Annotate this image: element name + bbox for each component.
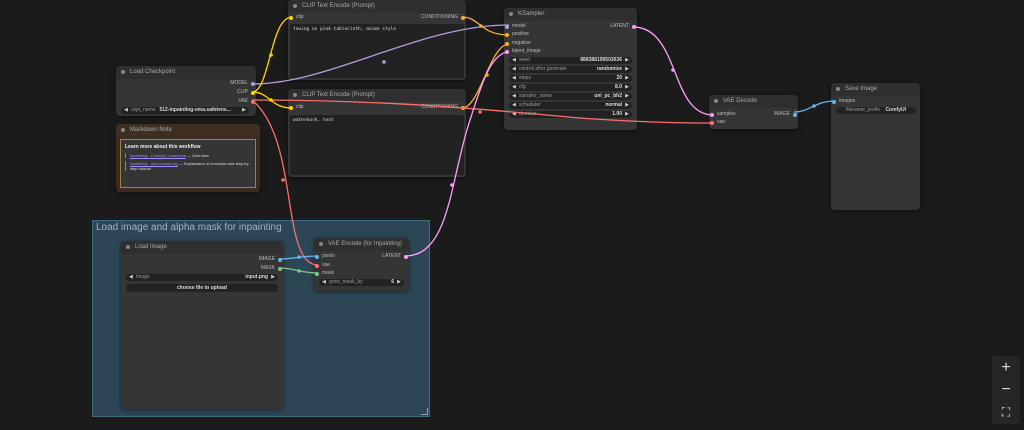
node-title[interactable]: Markdown Note xyxy=(116,124,260,137)
denoise-widget[interactable]: ◀ denoise 1.00 ▶ xyxy=(509,111,632,118)
input-samples[interactable]: samples xyxy=(709,111,736,118)
collapse-dot-icon[interactable] xyxy=(509,12,513,16)
collapse-dot-icon[interactable] xyxy=(293,4,297,8)
collapse-dot-icon[interactable] xyxy=(319,242,323,246)
input-vae[interactable]: vae xyxy=(314,262,330,269)
node-save-image[interactable]: Save Image images filename_prefix ComfyUI xyxy=(831,83,920,210)
image-combo[interactable]: ◀ image input.png ▶ xyxy=(126,274,278,281)
node-markdown-note[interactable]: Markdown Note Learn more about this work… xyxy=(116,124,260,192)
node-vae-decode[interactable]: VAE Decode samples vae IMAGE xyxy=(709,95,798,129)
collapse-dot-icon[interactable] xyxy=(121,70,125,74)
link-conditioning-negative xyxy=(461,43,510,109)
output-latent[interactable]: LATENT xyxy=(610,23,637,30)
seed-widget[interactable]: ◀ seed 888388199502636 ▶ xyxy=(509,57,632,64)
node-ksampler[interactable]: KSampler model positive negative latent_… xyxy=(504,8,637,130)
prompt-textarea[interactable]: towing on pink tablecloth, anime style xyxy=(290,24,464,78)
node-clip-text-encode-positive[interactable]: CLIP Text Encode (Prompt) clip CONDITION… xyxy=(288,0,466,80)
node-title[interactable]: VAE Encode (for Inpainting) xyxy=(314,238,409,251)
node-clip-text-encode-negative[interactable]: CLIP Text Encode (Prompt) clip CONDITION… xyxy=(288,89,466,177)
input-positive[interactable]: positive xyxy=(504,31,529,38)
markdown-body: Learn more about this workflow Inpaintin… xyxy=(120,139,256,188)
filename-prefix-widget[interactable]: filename_prefix ComfyUI xyxy=(836,107,916,114)
node-title[interactable]: Load Image xyxy=(121,241,283,254)
markdown-list-item: Inpainting - docs.comfy.org — Explanatio… xyxy=(125,161,251,171)
output-latent[interactable]: LATENT xyxy=(382,253,409,260)
sampler-name-widget[interactable]: ◀ sampler_name uni_pc_bh2 ▶ xyxy=(509,93,632,100)
prompt-textarea[interactable]: watermark, text xyxy=(290,115,464,175)
node-title[interactable]: Save Image xyxy=(831,83,920,96)
output-conditioning[interactable]: CONDITIONING xyxy=(421,14,466,21)
output-conditioning[interactable]: CONDITIONING xyxy=(421,104,466,111)
output-mask[interactable]: MASK xyxy=(261,265,283,272)
markdown-list-item: Inpainting - ComfyUI_examples — Overview xyxy=(125,153,251,158)
zoom-out-button[interactable]: − xyxy=(992,380,1020,400)
output-clip[interactable]: CLIP xyxy=(237,89,256,96)
graph-canvas[interactable]: Load image and alpha mask for inpainting… xyxy=(0,0,1024,430)
zoom-in-button[interactable]: + xyxy=(992,358,1020,378)
node-title[interactable]: CLIP Text Encode (Prompt) xyxy=(288,0,466,13)
link-conditioning-positive xyxy=(461,16,510,36)
scheduler-widget[interactable]: ◀ scheduler normal ▶ xyxy=(509,102,632,109)
ckpt-name-combo[interactable]: ◀ ckpt_name 512-inpainting-ema.safetens...… xyxy=(121,107,249,114)
link-clip-positive xyxy=(251,16,293,93)
output-model[interactable]: MODEL xyxy=(230,80,256,87)
input-clip[interactable]: clip xyxy=(288,104,304,111)
cfg-widget[interactable]: ◀ cfg 8.0 ▶ xyxy=(509,84,632,91)
input-mask[interactable]: mask xyxy=(314,270,334,277)
fit-view-icon[interactable]: ⛶ xyxy=(992,402,1020,422)
grow-mask-by-widget[interactable]: ◀ grow_mask_by 6 ▶ xyxy=(319,279,404,286)
output-image[interactable]: IMAGE xyxy=(259,256,283,263)
canvas-zoom-controls: + − ⛶ xyxy=(992,356,1020,424)
link-image-save xyxy=(793,100,836,113)
group-title: Load image and alpha mask for inpainting xyxy=(96,222,282,233)
link-clip-negative xyxy=(251,91,293,109)
node-title[interactable]: CLIP Text Encode (Prompt) xyxy=(288,89,466,102)
input-images[interactable]: images xyxy=(831,98,855,105)
output-image[interactable]: IMAGE xyxy=(774,111,798,118)
output-vae[interactable]: VAE xyxy=(238,98,256,105)
input-negative[interactable]: negative xyxy=(504,40,531,47)
collapse-dot-icon[interactable] xyxy=(121,128,125,132)
link-latent-decode xyxy=(632,26,714,116)
collapse-dot-icon[interactable] xyxy=(836,87,840,91)
node-title[interactable]: VAE Decode xyxy=(709,95,798,108)
input-clip[interactable]: clip xyxy=(288,14,304,21)
collapse-dot-icon[interactable] xyxy=(714,99,718,103)
node-title[interactable]: KSampler xyxy=(504,8,637,21)
node-title[interactable]: Load Checkpoint xyxy=(116,66,256,79)
group-resize-handle[interactable] xyxy=(421,408,428,415)
collapse-dot-icon[interactable] xyxy=(126,245,130,249)
steps-widget[interactable]: ◀ steps 20 ▶ xyxy=(509,75,632,82)
input-vae[interactable]: vae xyxy=(709,119,725,126)
input-model[interactable]: model xyxy=(504,23,526,30)
collapse-dot-icon[interactable] xyxy=(293,93,297,97)
node-load-checkpoint[interactable]: Load Checkpoint MODEL CLIP VAE ◀ ckpt_nam… xyxy=(116,66,256,116)
node-load-image[interactable]: Load Image IMAGE MASK ◀ image input.png ▶ c… xyxy=(121,241,283,409)
input-latent-image[interactable]: latent_image xyxy=(504,48,541,55)
node-vae-encode-inpainting[interactable]: VAE Encode (for Inpainting) pixels vae m… xyxy=(314,238,409,291)
doc-link[interactable]: Inpainting - ComfyUI_examples xyxy=(130,153,186,158)
input-pixels[interactable]: pixels xyxy=(314,253,335,260)
control-after-generate-widget[interactable]: ◀ control after generate randomize ▶ xyxy=(509,66,632,73)
choose-file-button[interactable]: choose file to upload xyxy=(126,284,278,292)
markdown-heading: Learn more about this workflow xyxy=(125,144,201,150)
